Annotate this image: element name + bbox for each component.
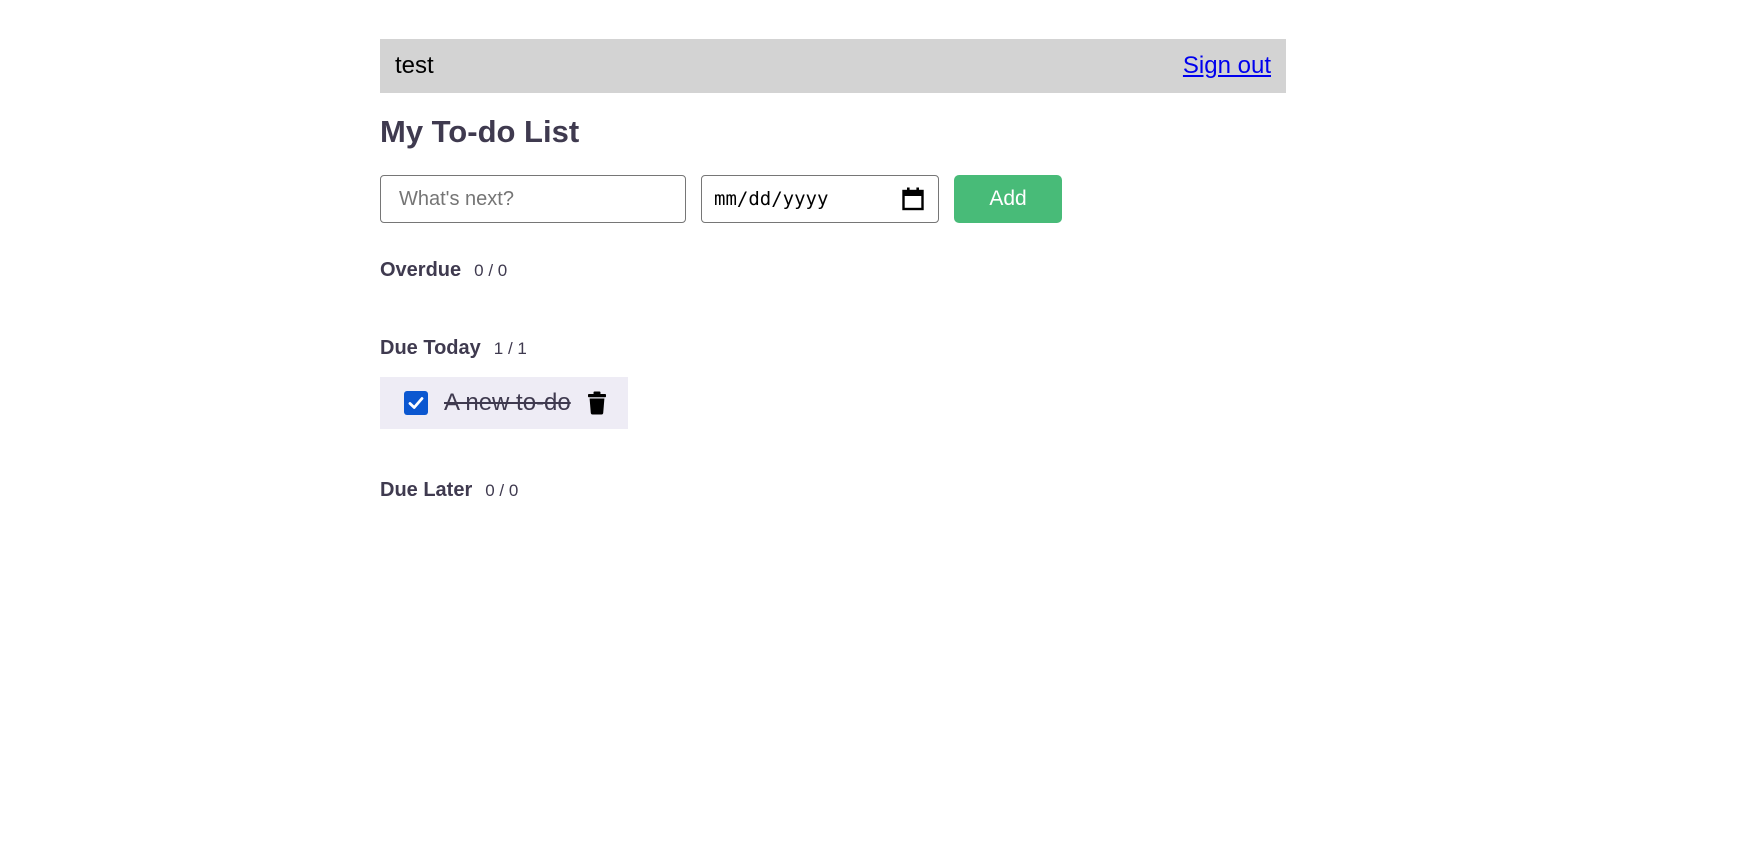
overdue-section: Overdue 0 / 0 — [380, 259, 507, 287]
due-date-input[interactable]: mm/dd/yyyy — [701, 175, 939, 223]
trash-icon[interactable] — [587, 391, 606, 415]
due-today-count: 1 / 1 — [493, 339, 527, 358]
due-later-count: 0 / 0 — [485, 481, 519, 500]
due-today-header: Due Today 1 / 1 — [380, 337, 628, 365]
todo-text: A new to-do — [444, 389, 571, 416]
sign-out-link[interactable]: Sign out — [1183, 52, 1271, 80]
todo-checkbox[interactable] — [404, 391, 428, 415]
due-date-placeholder: mm/dd/yyyy — [714, 188, 829, 210]
due-later-section: Due Later 0 / 0 — [380, 479, 518, 507]
page-title: My To-do List — [380, 114, 580, 149]
checkmark-icon — [408, 397, 424, 409]
due-today-section: Due Today 1 / 1 A new to-do — [380, 337, 628, 429]
username-label: test — [395, 52, 434, 79]
overdue-count: 0 / 0 — [474, 261, 508, 280]
app-container: test Sign out My To-do List mm/dd/yyyy A… — [380, 39, 1286, 501]
due-today-title: Due Today — [380, 337, 481, 359]
todo-item: A new to-do — [380, 377, 628, 429]
overdue-title: Overdue — [380, 259, 462, 281]
overdue-header: Overdue 0 / 0 — [380, 259, 507, 287]
due-later-header: Due Later 0 / 0 — [380, 479, 518, 507]
top-bar: test Sign out — [380, 39, 1286, 93]
calendar-icon[interactable] — [902, 187, 924, 211]
add-button[interactable]: Add — [954, 175, 1062, 223]
due-later-title: Due Later — [380, 479, 473, 501]
todo-text-input[interactable] — [380, 175, 686, 223]
add-todo-form: mm/dd/yyyy Add — [380, 175, 1286, 223]
